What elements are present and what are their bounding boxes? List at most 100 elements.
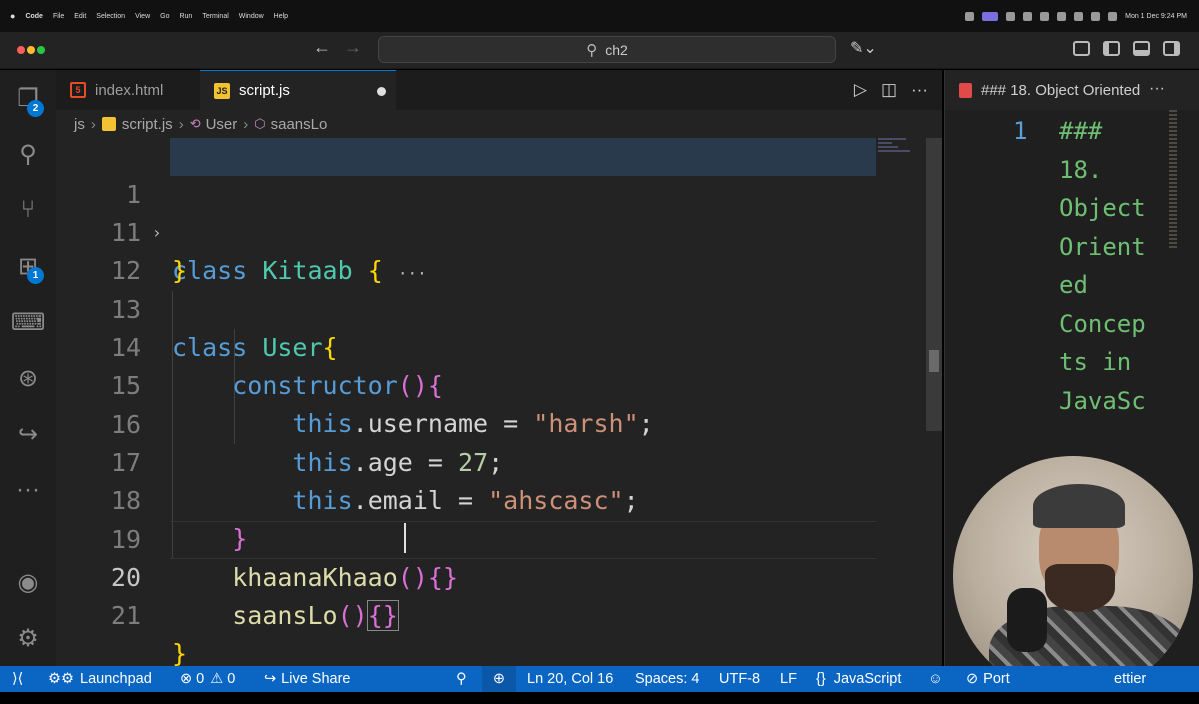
- cloud-icon[interactable]: [1040, 11, 1050, 21]
- problems-item[interactable]: ⊗ 0 ⚠ 0: [180, 666, 235, 692]
- wrapped-line: JavaSc: [1059, 386, 1146, 415]
- toggle-primary-sidebar-icon[interactable]: [1103, 41, 1120, 56]
- app-icon[interactable]: [1023, 11, 1033, 21]
- prettier-item[interactable]: ettier: [1114, 666, 1146, 692]
- encoding[interactable]: UTF-8: [719, 666, 760, 692]
- code-line-21[interactable]: 21 }: [56, 559, 876, 666]
- chevron-right-icon: ›: [243, 115, 249, 133]
- minimize-window-button[interactable]: [27, 46, 35, 54]
- tab-script-js[interactable]: JS script.js: [200, 70, 396, 110]
- microphone: [1007, 588, 1047, 652]
- explorer-badge: 2: [27, 100, 44, 117]
- cursor-position[interactable]: Ln 20, Col 16: [527, 666, 613, 692]
- command-center-search[interactable]: ⚲ ch2: [378, 36, 836, 63]
- code-line-18[interactable]: 18 }: [56, 444, 876, 553]
- pin-icon[interactable]: ⚲: [456, 666, 467, 692]
- remote-icon[interactable]: ⟩⟨: [12, 666, 23, 692]
- language-mode[interactable]: {} JavaScript: [816, 666, 901, 692]
- code-line-17[interactable]: 17 this.email = "ahscasc";: [56, 406, 876, 515]
- live-share-icon[interactable]: ↪: [12, 418, 44, 450]
- menubar-status-area: Mon 1 Dec 9:24 PM: [965, 0, 1187, 32]
- screen-icon[interactable]: [1006, 11, 1016, 21]
- code-line-1[interactable]: 1 › class Kitaab { ···: [56, 138, 876, 285]
- breadcrumb-file[interactable]: script.js: [122, 116, 173, 133]
- wrapped-line: ts in: [1059, 348, 1132, 376]
- breadcrumb-class[interactable]: User: [206, 116, 238, 133]
- more-icon[interactable]: ···: [12, 474, 44, 506]
- recording-icon[interactable]: [982, 11, 999, 21]
- toggle-secondary-sidebar-icon[interactable]: [1163, 41, 1180, 56]
- battery-icon[interactable]: [1057, 11, 1067, 21]
- copilot-icon[interactable]: ☺: [928, 666, 943, 692]
- zoom-icon[interactable]: ⊕: [482, 666, 516, 692]
- minimap[interactable]: [878, 138, 918, 168]
- wifi-icon[interactable]: [1074, 11, 1084, 21]
- minimap[interactable]: [1169, 110, 1177, 250]
- presenter-beard: [1045, 564, 1115, 612]
- code-line-19[interactable]: 19 khaanaKhaao(){}: [56, 483, 876, 592]
- more-actions-icon[interactable]: ···: [1149, 80, 1165, 98]
- scrollbar-thumb[interactable]: [929, 350, 939, 372]
- unsaved-dot-icon[interactable]: [377, 87, 386, 96]
- editor-scrollbar[interactable]: [926, 138, 942, 431]
- arrow-right-icon[interactable]: →: [344, 37, 362, 58]
- customize-layout-icon[interactable]: [1073, 41, 1090, 56]
- menu-run[interactable]: Run: [179, 13, 192, 20]
- search-icon[interactable]: [1091, 11, 1101, 21]
- js-icon: [101, 117, 116, 131]
- wrapped-line: ed: [1059, 271, 1088, 299]
- end-of-line[interactable]: LF: [780, 666, 797, 692]
- error-icon: ⊗: [180, 671, 193, 687]
- toggle-panel-icon[interactable]: [1133, 41, 1150, 56]
- language-label: JavaScript: [833, 671, 902, 687]
- copilot-chat-icon[interactable]: ✎⌄: [850, 38, 877, 58]
- code-line-20[interactable]: 20 saansLo(){}: [56, 521, 876, 631]
- zoom-window-button[interactable]: [37, 46, 45, 54]
- breadcrumb-folder[interactable]: js: [74, 116, 85, 133]
- menu-edit[interactable]: Edit: [74, 13, 86, 20]
- code-line-11[interactable]: 11 }: [56, 176, 876, 285]
- chat-icon[interactable]: ⌨: [11, 306, 46, 338]
- git-graph-icon[interactable]: ⊛: [12, 362, 44, 394]
- code-editor[interactable]: 1 › class Kitaab { ··· 11 } 12 13 class …: [56, 138, 942, 666]
- status-bar: ⟩⟨ ⚙⚙ Launchpad ⊗ 0 ⚠ 0 ↪ Live Share ⚲ ⊕ Ln 2…: [0, 666, 1199, 692]
- run-play-icon[interactable]: ▷: [854, 80, 867, 100]
- close-window-button[interactable]: [17, 46, 25, 54]
- port-item[interactable]: ⊘ Port: [966, 666, 1010, 692]
- apple-icon[interactable]: ●: [10, 11, 15, 21]
- code-line-15[interactable]: 15 this.username = "harsh";: [56, 329, 876, 438]
- menu-go[interactable]: Go: [160, 13, 169, 20]
- breadcrumb-method[interactable]: saansLo: [271, 116, 328, 133]
- menu-terminal[interactable]: Terminal: [202, 13, 228, 20]
- menu-window[interactable]: Window: [239, 13, 264, 20]
- status-icon[interactable]: [965, 11, 975, 21]
- menu-view[interactable]: View: [135, 13, 150, 20]
- code-line-13[interactable]: 13 class User{: [56, 253, 876, 362]
- indentation[interactable]: Spaces: 4: [635, 666, 700, 692]
- token-paren: (): [337, 601, 368, 630]
- activity-bar: ❐ 2 ⚲ ⑂ ⊞ 1 ⌨ ⊛ ↪ ··· ◉ ⚙: [0, 70, 56, 666]
- error-count: 0: [196, 671, 205, 687]
- control-center-icon[interactable]: [1108, 11, 1118, 21]
- markdown-file-icon: [959, 82, 972, 98]
- rocket-icon: ⚙⚙: [48, 671, 74, 687]
- more-actions-icon[interactable]: ···: [911, 80, 928, 100]
- editor-tab-bar: 5 index.html JS script.js ▷ ◫ ···: [56, 70, 942, 110]
- launchpad-item[interactable]: ⚙⚙ Launchpad: [48, 666, 152, 692]
- arrow-left-icon[interactable]: ←: [313, 37, 331, 58]
- split-editor-icon[interactable]: ◫: [881, 80, 897, 100]
- live-share-item[interactable]: ↪ Live Share: [264, 666, 350, 692]
- menu-help[interactable]: Help: [274, 13, 288, 20]
- code-line-12[interactable]: 12: [56, 214, 876, 285]
- account-icon[interactable]: ◉: [12, 566, 44, 598]
- settings-gear-icon[interactable]: ⚙: [12, 622, 44, 654]
- source-control-icon[interactable]: ⑂: [12, 194, 44, 226]
- menu-selection[interactable]: Selection: [96, 13, 125, 20]
- menu-file[interactable]: File: [53, 13, 64, 20]
- search-icon[interactable]: ⚲: [12, 138, 44, 170]
- menu-code[interactable]: Code: [25, 13, 43, 20]
- tab-index-html[interactable]: 5 index.html: [56, 70, 200, 110]
- code-line-14[interactable]: 14 constructor(){: [56, 291, 876, 400]
- code-line-16[interactable]: 16 this.age = 27;: [56, 368, 876, 477]
- chevron-right-icon: ›: [178, 115, 184, 133]
